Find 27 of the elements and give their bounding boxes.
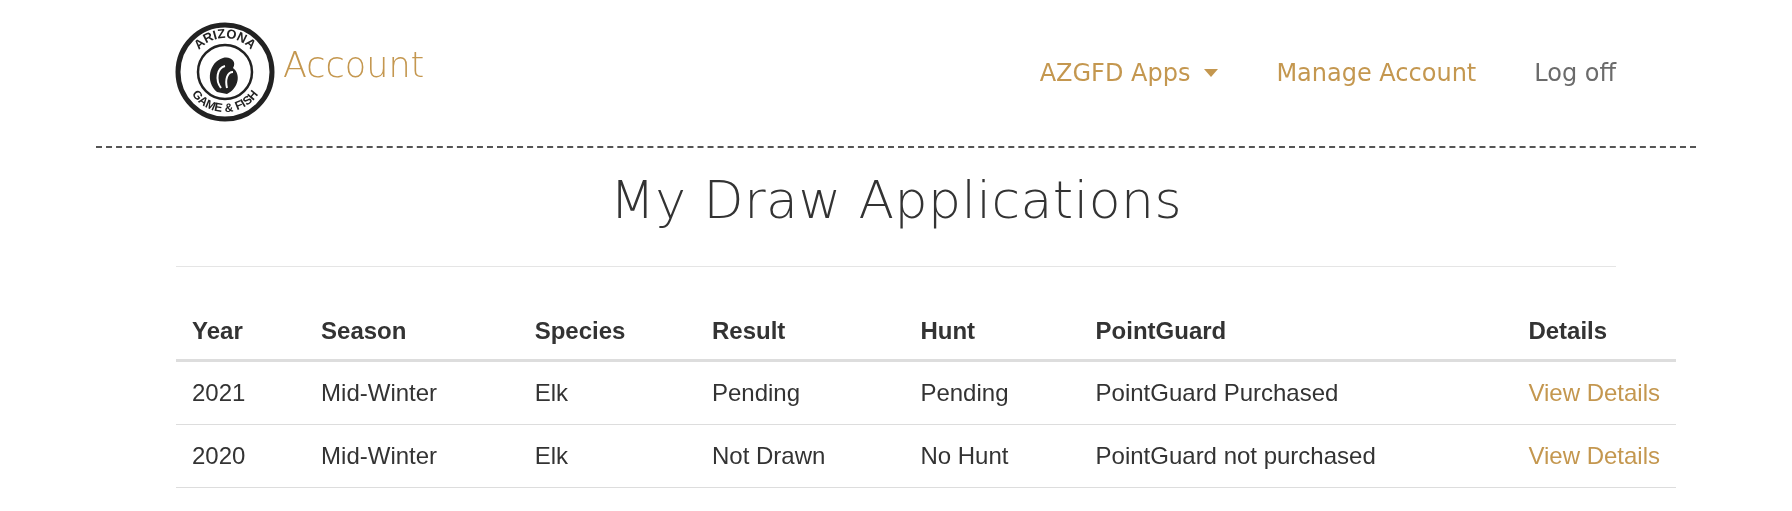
table-cell: No Hunt [904,424,1080,488]
view-details-link[interactable]: View Details [1528,379,1660,406]
table-cell: PointGuard not purchased [1079,424,1513,488]
column-header: Result [695,307,905,361]
table-cell: Elk [518,360,696,425]
table-cell: 2020 [176,424,306,488]
table-cell: 2021 [176,360,306,425]
column-header: Season [305,307,519,361]
column-header: Details [1512,307,1676,361]
table-cell: Not Drawn [695,424,905,488]
column-header: Year [176,307,306,361]
log-off-link[interactable]: Log off [1534,59,1616,87]
page-title: My Draw Applications [176,170,1616,267]
table-cell: Mid-Winter [305,424,519,488]
apps-menu[interactable]: AZGFD Apps [1039,59,1219,87]
caret-icon [1204,69,1219,77]
table-cell: Mid-Winter [305,360,519,425]
table-cell: Elk [518,424,696,488]
column-header: Hunt [904,307,1080,361]
column-header: PointGuard [1079,307,1513,361]
manage-account-link[interactable]: Manage Account [1276,59,1477,87]
table-cell: Pending [695,360,905,425]
column-header: Species [518,307,696,361]
table-cell: Pending [904,360,1080,425]
site-title: Account [283,45,425,85]
table-cell: PointGuard Purchased [1079,360,1513,425]
view-details-link[interactable]: View Details [1528,442,1660,469]
